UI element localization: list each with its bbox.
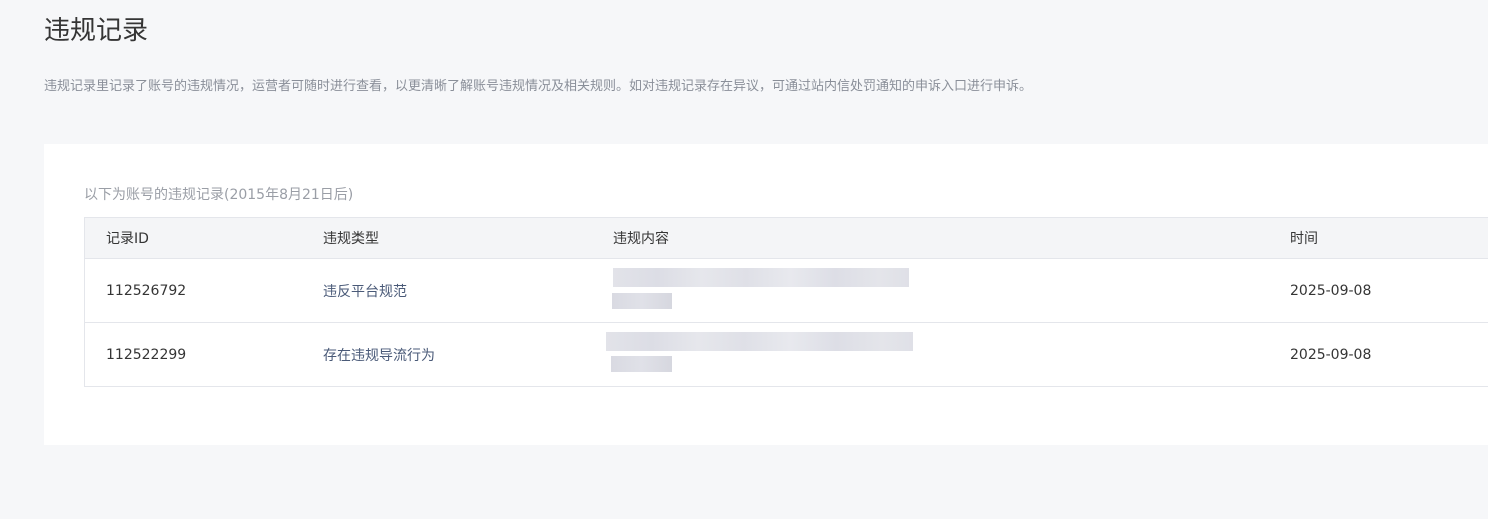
column-header-time: 时间 bbox=[1290, 231, 1318, 247]
redacted-content-blur bbox=[606, 323, 933, 386]
record-id: 112526792 bbox=[106, 282, 187, 299]
records-card: 以下为账号的违规记录(2015年8月21日后) 记录ID 违规类型 违规内容 时… bbox=[44, 144, 1488, 445]
column-header-id: 记录ID bbox=[106, 231, 149, 247]
table-header-row: 记录ID 违规类型 违规内容 时间 bbox=[85, 218, 1488, 259]
violation-table: 记录ID 违规类型 违规内容 时间 112526792 违反平台规范 2025-… bbox=[84, 217, 1488, 387]
table-row: 112526792 违反平台规范 2025-09-08 bbox=[85, 259, 1488, 323]
page-description: 违规记录里记录了账号的违规情况，运营者可随时进行查看，以更清晰了解账号违规情况及… bbox=[44, 79, 1033, 94]
table-row: 112522299 存在违规导流行为 2025-09-08 bbox=[85, 323, 1488, 387]
record-type-link[interactable]: 违反平台规范 bbox=[323, 259, 407, 322]
record-type-link[interactable]: 存在违规导流行为 bbox=[323, 323, 435, 386]
record-time: 2025-09-08 bbox=[1290, 346, 1372, 363]
redacted-content-blur bbox=[612, 259, 933, 322]
column-header-type: 违规类型 bbox=[323, 231, 379, 247]
record-time: 2025-09-08 bbox=[1290, 282, 1372, 299]
violation-records-page: 违规记录 违规记录里记录了账号的违规情况，运营者可随时进行查看，以更清晰了解账号… bbox=[0, 0, 1488, 519]
table-caption: 以下为账号的违规记录(2015年8月21日后) bbox=[84, 187, 354, 203]
page-title: 违规记录 bbox=[44, 16, 149, 46]
record-content-redacted bbox=[606, 323, 943, 386]
record-content-redacted bbox=[612, 259, 943, 322]
column-header-content: 违规内容 bbox=[613, 231, 669, 247]
record-id: 112522299 bbox=[106, 346, 187, 363]
